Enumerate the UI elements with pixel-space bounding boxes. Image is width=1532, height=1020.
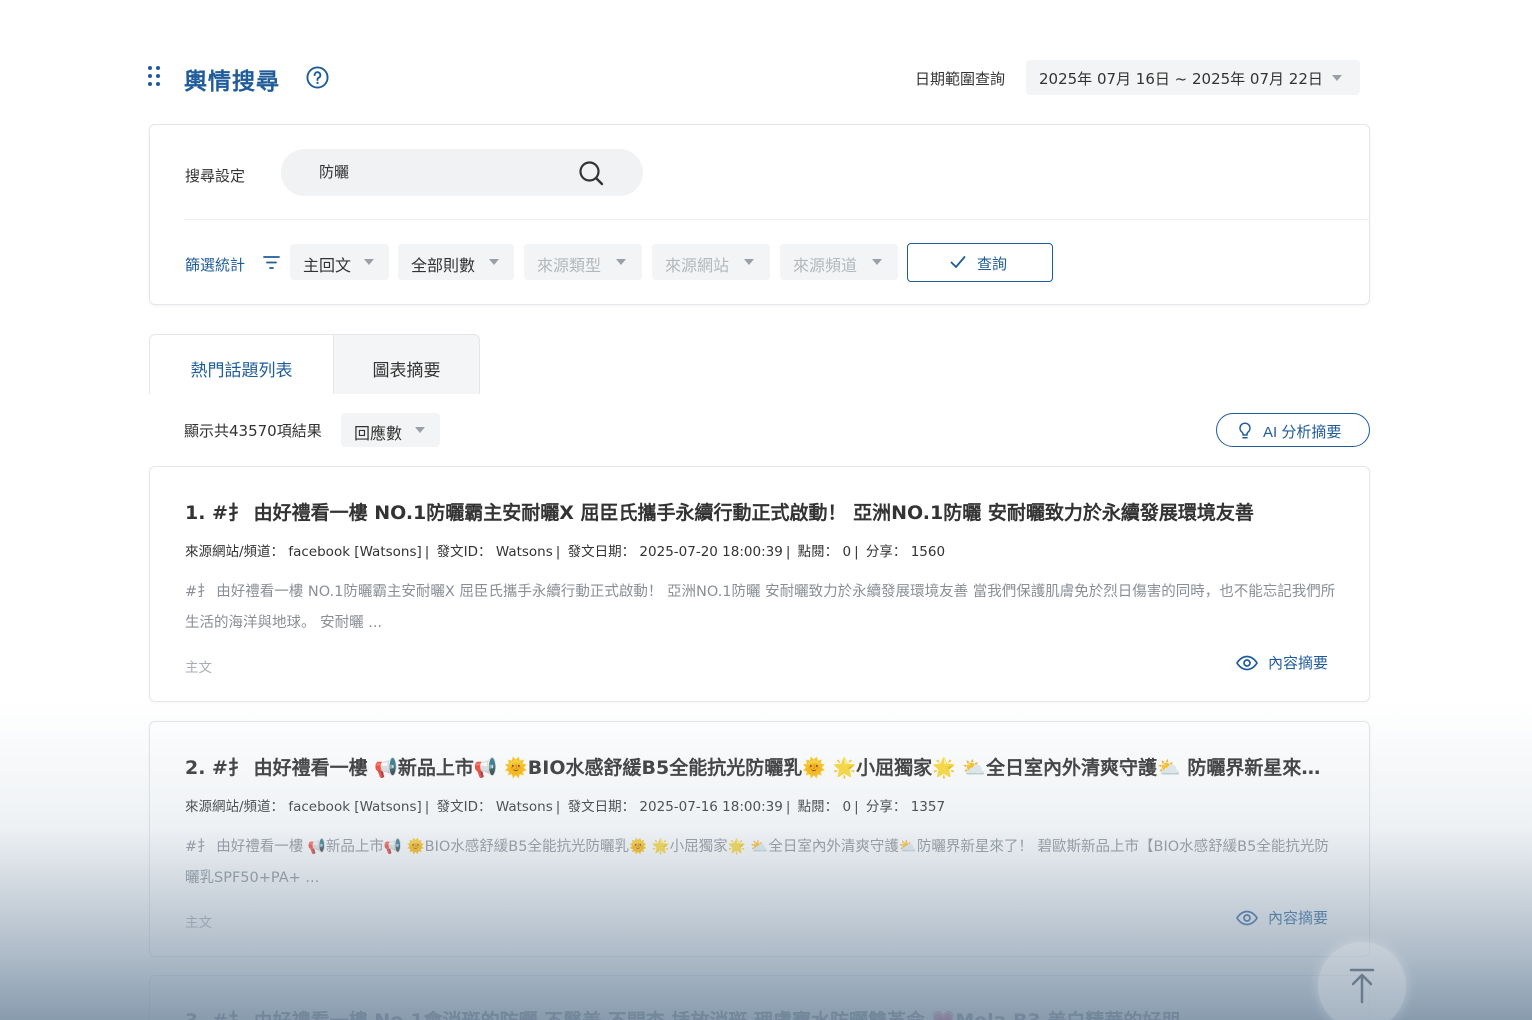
post-meta: 來源網站/頻道： facebook [Watsons] | 發文ID： Watso…: [185, 544, 946, 560]
filter-source-channel-dropdown: 來源頻道: [780, 244, 898, 280]
ai-summary-button[interactable]: AI 分析摘要: [1216, 413, 1370, 447]
filter-source-site-dropdown: 來源網站: [652, 244, 770, 280]
date-range-value: 2025年 07月 16日 ~ 2025年 07月 22日: [1039, 70, 1323, 88]
chevron-down-icon: [616, 259, 626, 265]
meta-author-label: 發文ID：: [436, 544, 492, 560]
sort-dropdown-label: 回應數: [354, 424, 403, 443]
eye-icon: [1236, 910, 1258, 926]
filter-post-type-dropdown[interactable]: 主回文: [290, 244, 389, 280]
dropdown-label: 主回文: [303, 256, 352, 275]
meta-shares: 1357: [910, 799, 946, 815]
page-header: 輿情搜尋 日期範圍查詢 2025年 07月 16日 ~ 2025年 07月 22…: [147, 60, 1369, 96]
post-title[interactable]: 1. #扌 由好禮看一樓 NO.1防曬霸主安耐曬X 屈臣氏攜手永續行動正式啟動！…: [185, 498, 1325, 525]
meta-source: facebook [Watsons]: [288, 544, 422, 560]
meta-author: Watsons: [495, 799, 553, 815]
post-type-badge: 主文: [185, 660, 212, 676]
post-title[interactable]: 3. #扌 由好禮看一樓 No.1會消斑的防曬 不醫美 不開杏 插放消斑 理膚寶…: [185, 1006, 1325, 1020]
dropdown-label: 來源頻道: [793, 256, 858, 275]
search-settings-label: 搜尋設定: [185, 167, 246, 185]
filter-stats-label: 篩選統計: [185, 256, 246, 274]
arrow-up-icon: [1349, 968, 1375, 1004]
tab-hot-topics[interactable]: 熱門話題列表: [149, 334, 334, 394]
tab-chart-summary[interactable]: 圖表摘要: [333, 334, 480, 394]
post-card: 2. #扌 由好禮看一樓 📢新品上市📢 🌞BIO水感舒緩B5全能抗光防曬乳🌞 🌟…: [149, 721, 1370, 957]
result-tabs: 熱門話題列表 圖表摘要: [149, 334, 480, 394]
post-excerpt: #扌 由好禮看一樓 NO.1防曬霸主安耐曬X 屈臣氏攜手永續行動正式啟動！ 亞洲…: [185, 584, 1336, 631]
meta-views: 0: [842, 799, 852, 815]
search-input[interactable]: [319, 162, 559, 180]
page-title: 輿情搜尋: [184, 69, 280, 95]
result-count: 顯示共43570項結果: [184, 422, 322, 440]
meta-author-label: 發文ID：: [436, 799, 492, 815]
meta-views: 0: [842, 544, 852, 560]
meta-date: 2025-07-16 18:00:39: [639, 799, 783, 815]
check-icon: [950, 256, 966, 268]
dropdown-label: 來源網站: [665, 256, 730, 275]
search-box[interactable]: [281, 149, 643, 196]
card-divider: [184, 219, 1370, 220]
post-card: 3. #扌 由好禮看一樓 No.1會消斑的防曬 不醫美 不開杏 插放消斑 理膚寶…: [149, 975, 1370, 1020]
meta-shares: 1560: [910, 544, 946, 560]
date-range-label: 日期範圍查詢: [915, 70, 1006, 88]
post-meta: 來源網站/頻道： facebook [Watsons] | 發文ID： Watso…: [185, 799, 946, 815]
chevron-down-icon: [489, 259, 499, 265]
post-excerpt: #扌 由好禮看一樓 📢新品上市📢 🌞BIO水感舒緩B5全能抗光防曬乳🌞 🌟小屈獨…: [185, 839, 1329, 886]
search-settings-card: 搜尋設定 篩選統計 主回文 全部則數 來源類型 來源網站 來源頻道 查詢: [149, 124, 1370, 305]
filter-source-type-dropdown: 來源類型: [524, 244, 642, 280]
meta-date: 2025-07-20 18:00:39: [639, 544, 783, 560]
ai-summary-label: AI 分析摘要: [1263, 424, 1342, 441]
back-to-top-button[interactable]: [1318, 942, 1406, 1020]
meta-source-label: 來源網站/頻道：: [185, 799, 285, 815]
query-button[interactable]: 查詢: [907, 243, 1053, 282]
filter-icon[interactable]: [263, 255, 280, 270]
date-range-select[interactable]: 2025年 07月 16日 ~ 2025年 07月 22日: [1026, 60, 1360, 95]
eye-icon: [1236, 655, 1258, 671]
sort-dropdown[interactable]: 回應數: [341, 413, 440, 447]
content-summary-label: 內容摘要: [1268, 654, 1329, 672]
chevron-down-icon: [744, 259, 754, 265]
filter-count-dropdown[interactable]: 全部則數: [398, 244, 514, 280]
meta-shares-label: 分享：: [865, 544, 907, 560]
meta-author: Watsons: [495, 544, 553, 560]
meta-date-label: 發文日期：: [567, 799, 636, 815]
meta-source: facebook [Watsons]: [288, 799, 422, 815]
drag-handle-icon[interactable]: [147, 66, 161, 88]
chevron-down-icon: [415, 427, 425, 433]
lightbulb-icon: [1239, 422, 1251, 439]
post-card: 1. #扌 由好禮看一樓 NO.1防曬霸主安耐曬X 屈臣氏攜手永續行動正式啟動！…: [149, 466, 1370, 702]
chevron-down-icon: [872, 259, 882, 265]
help-icon[interactable]: [306, 66, 329, 89]
search-icon[interactable]: [578, 160, 604, 186]
query-button-label: 查詢: [977, 256, 1008, 273]
meta-shares-label: 分享：: [865, 799, 907, 815]
dropdown-label: 來源類型: [537, 256, 602, 275]
meta-source-label: 來源網站/頻道：: [185, 544, 285, 560]
chevron-down-icon: [1332, 75, 1342, 81]
meta-views-label: 點閱：: [797, 799, 839, 815]
meta-views-label: 點閱：: [797, 544, 839, 560]
post-title[interactable]: 2. #扌 由好禮看一樓 📢新品上市📢 🌞BIO水感舒緩B5全能抗光防曬乳🌞 🌟…: [185, 753, 1325, 780]
post-type-badge: 主文: [185, 915, 212, 931]
meta-date-label: 發文日期：: [567, 544, 636, 560]
content-summary-label: 內容摘要: [1268, 909, 1329, 927]
dropdown-label: 全部則數: [411, 256, 476, 275]
chevron-down-icon: [364, 259, 374, 265]
